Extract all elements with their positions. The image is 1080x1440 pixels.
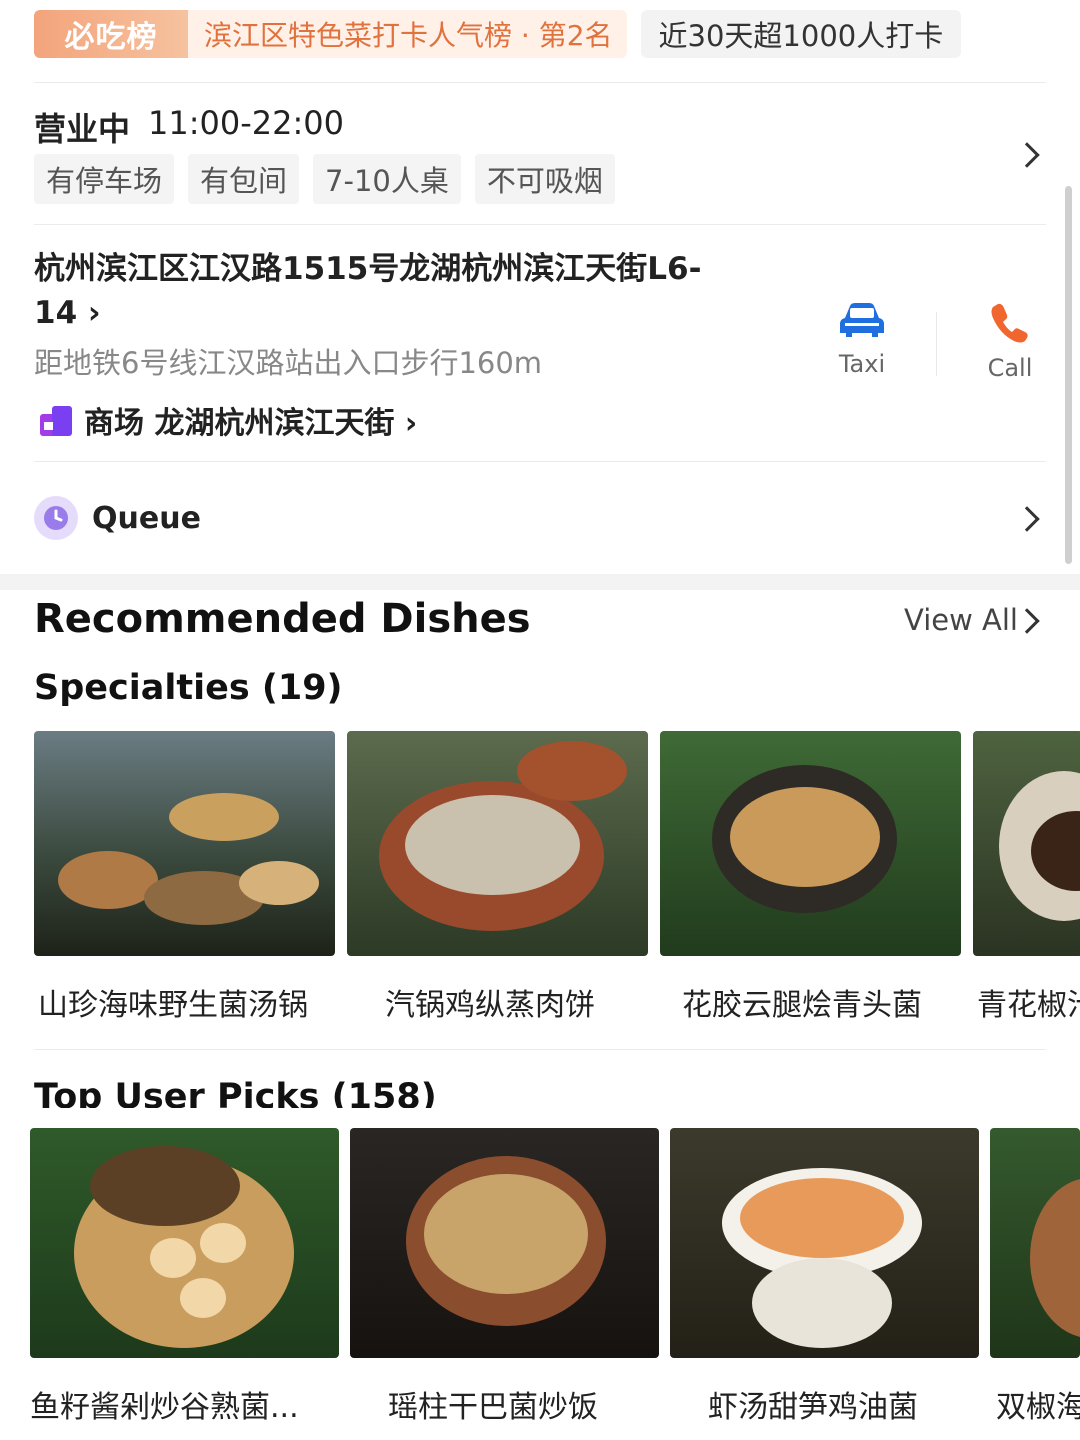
clock-icon <box>34 496 78 540</box>
action-separator <box>936 312 937 376</box>
specialties-title: Specialties (19) <box>34 668 343 708</box>
dish-card[interactable]: 汽锅鸡纵蒸肉饼 <box>347 731 660 1024</box>
specialties-carousel[interactable]: 山珍海味野生菌汤锅 汽锅鸡纵蒸肉饼 花胶云腿烩青头菌 青花椒汁 <box>34 731 1080 1024</box>
dish-name: 青花椒汁 <box>977 988 1080 1023</box>
dish-card[interactable]: 山珍海味野生菌汤锅 <box>34 731 347 1024</box>
taxi-button[interactable]: Taxi <box>812 300 912 378</box>
dish-name: 花胶云腿烩青头菌 <box>682 988 922 1023</box>
dish-name: 虾汤甜笋鸡油菌 <box>708 1390 918 1425</box>
divider <box>34 1049 1046 1050</box>
dish-photo <box>347 731 648 956</box>
dish-photo <box>973 731 1080 956</box>
dish-card[interactable]: 青花椒汁 <box>973 731 1080 1024</box>
dish-name: 山珍海味野生菌汤锅 <box>38 988 308 1023</box>
subway-distance: 距地铁6号线江汉路站出入口步行160m <box>34 346 543 380</box>
dish-card[interactable]: 瑶柱干巴菌炒饭 <box>350 1128 670 1426</box>
opening-time: 11:00-22:00 <box>148 104 344 142</box>
business-hours[interactable]: 营业中 11:00-22:00 <box>34 104 344 150</box>
checkin-badge: 近30天超1000人打卡 <box>640 10 962 58</box>
taxi-icon <box>840 303 884 337</box>
ranking-text: 滨江区特色菜打卡人气榜 · 第2名 <box>204 19 613 52</box>
mall-label: 商场 龙湖杭州滨江天街 › <box>84 406 418 441</box>
section-separator <box>0 574 1080 590</box>
facility-tag: 有包间 <box>188 154 300 204</box>
user-picks-carousel[interactable]: 鱼籽酱剁炒谷熟菌... 瑶柱干巴菌炒饭 虾汤甜笋鸡油菌 双椒海 <box>30 1128 1080 1426</box>
dish-photo <box>660 731 961 956</box>
dish-card[interactable]: 鱼籽酱剁炒谷熟菌... <box>30 1128 350 1426</box>
dish-photo <box>30 1128 339 1358</box>
hours-chevron-right-icon[interactable] <box>1014 142 1040 168</box>
divider <box>34 224 1046 225</box>
facility-tag: 有停车场 <box>34 154 175 204</box>
mall-link[interactable]: 商场 龙湖杭州滨江天街 › <box>38 398 417 442</box>
divider <box>34 82 1046 83</box>
dish-card[interactable]: 双椒海 <box>990 1128 1080 1426</box>
dish-photo <box>350 1128 659 1358</box>
facility-tags: 有停车场 有包间 7-10人桌 不可吸烟 <box>34 154 615 204</box>
dish-photo <box>670 1128 979 1358</box>
dish-name: 汽锅鸡纵蒸肉饼 <box>385 988 595 1023</box>
recommended-title: Recommended Dishes <box>34 596 531 642</box>
top-badges: 必吃榜 滨江区特色菜打卡人气榜 · 第2名 近30天超1000人打卡 <box>34 10 962 58</box>
facility-tag: 不可吸烟 <box>474 154 615 204</box>
queue-label: Queue <box>92 500 201 536</box>
facility-tag: 7-10人桌 <box>313 154 461 204</box>
mall-icon <box>40 406 72 436</box>
dish-name: 鱼籽酱剁炒谷熟菌... <box>30 1390 299 1425</box>
dish-photo <box>990 1128 1080 1358</box>
dish-card[interactable]: 虾汤甜笋鸡油菌 <box>670 1128 990 1426</box>
address-link[interactable]: 杭州滨江区江汉路1515号龙湖杭州滨江天街L6-14 › <box>34 247 714 335</box>
user-picks-title: Top User Picks (158) <box>34 1077 437 1108</box>
dish-name: 双椒海 <box>996 1390 1080 1425</box>
ranking-label: 必吃榜 <box>34 10 188 58</box>
dish-name: 瑶柱干巴菌炒饭 <box>388 1390 598 1425</box>
queue-row[interactable]: Queue <box>34 496 201 540</box>
ranking-badge[interactable]: 必吃榜 滨江区特色菜打卡人气榜 · 第2名 <box>34 10 627 58</box>
view-all-link[interactable]: View All <box>904 603 1018 637</box>
open-status: 营业中 <box>34 110 131 148</box>
view-all-chevron-right-icon[interactable] <box>1014 608 1040 634</box>
dish-card[interactable]: 花胶云腿烩青头菌 <box>660 731 973 1024</box>
scrollbar[interactable] <box>1065 186 1072 564</box>
call-button[interactable]: Call <box>960 300 1060 382</box>
divider <box>34 461 1046 462</box>
phone-icon <box>991 303 1028 343</box>
view-all-label: View All <box>904 603 1018 637</box>
taxi-label: Taxi <box>838 350 886 378</box>
queue-chevron-right-icon[interactable] <box>1014 506 1040 532</box>
dish-photo <box>34 731 335 956</box>
call-label: Call <box>987 354 1033 382</box>
